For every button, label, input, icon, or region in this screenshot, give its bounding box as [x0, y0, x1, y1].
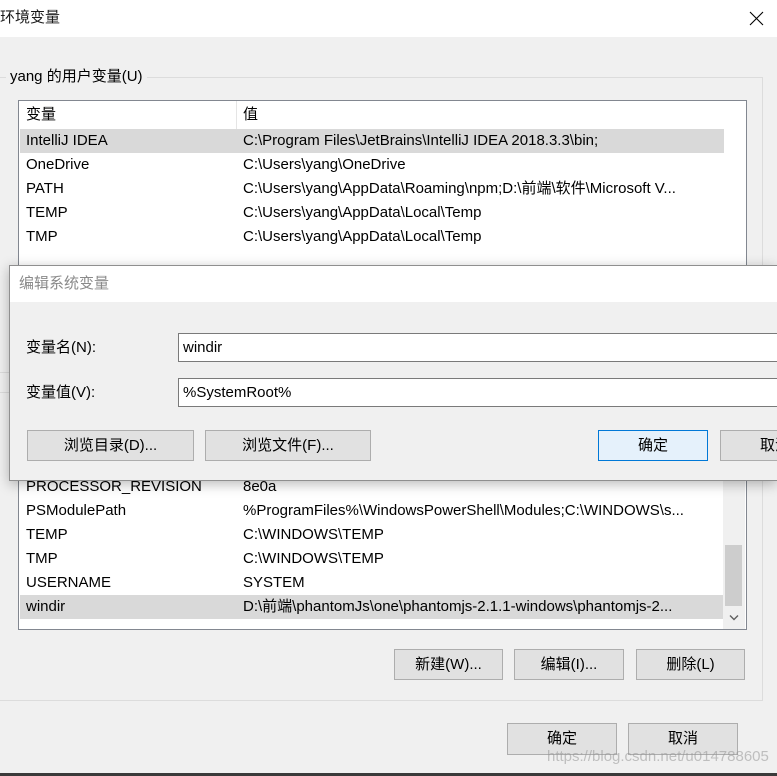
delete-variable-button[interactable]: 删除(L)	[636, 649, 745, 680]
dialog-title-bar: 编辑系统变量	[10, 266, 777, 302]
list-header: 变量 值	[19, 101, 746, 129]
variable-value: C:\Users\yang\OneDrive	[243, 156, 406, 173]
variable-value: C:\Users\yang\AppData\Local\Temp	[243, 204, 482, 221]
variable-name: USERNAME	[26, 574, 112, 591]
dialog-ok-button[interactable]: 确定	[598, 430, 708, 461]
edit-system-variable-dialog: 编辑系统变量 变量名(N): 变量值(V): 浏览目录(D)... 浏览文件(F…	[9, 265, 777, 481]
variable-name: IntelliJ IDEA	[26, 132, 108, 149]
column-header-variable[interactable]: 变量	[26, 101, 56, 129]
variable-value: C:\WINDOWS\TEMP	[243, 550, 384, 567]
variable-name: TMP	[26, 228, 58, 245]
system-variable-row[interactable]: TMP C:\WINDOWS\TEMP	[20, 547, 724, 571]
variable-value-field[interactable]	[178, 378, 777, 407]
user-variable-row[interactable]: TEMP C:\Users\yang\AppData\Local\Temp	[20, 201, 724, 225]
user-variable-row[interactable]: IntelliJ IDEA C:\Program Files\JetBrains…	[20, 129, 724, 153]
scrollbar-thumb[interactable]	[725, 545, 742, 606]
chevron-down-icon	[729, 615, 739, 621]
system-variable-row[interactable]: PSModulePath %ProgramFiles%\WindowsPower…	[20, 499, 724, 523]
user-variables-group-label: yang 的用户变量(U)	[6, 68, 147, 86]
variable-name: PSModulePath	[26, 502, 127, 519]
user-variable-row[interactable]: OneDrive C:\Users\yang\OneDrive	[20, 153, 724, 177]
variable-value: %ProgramFiles%\WindowsPowerShell\Modules…	[243, 502, 684, 519]
user-variable-row[interactable]: TMP C:\Users\yang\AppData\Local\Temp	[20, 225, 724, 249]
system-variable-row[interactable]: USERNAME SYSTEM	[20, 571, 724, 595]
variable-name-field[interactable]	[178, 333, 777, 362]
environment-variables-window: 环境变量 yang 的用户变量(U) 变量 值 IntelliJ IDEA C:…	[0, 0, 777, 776]
ok-button[interactable]: 确定	[507, 723, 617, 755]
dialog-cancel-button[interactable]: 取消	[720, 430, 777, 461]
scroll-down-button[interactable]	[723, 608, 745, 629]
column-header-value[interactable]: 值	[243, 101, 258, 129]
dialog-title: 编辑系统变量	[19, 275, 110, 292]
variable-name: TEMP	[26, 204, 68, 221]
variable-name-label: 变量名(N):	[26, 339, 96, 356]
variable-value: C:\Program Files\JetBrains\IntelliJ IDEA…	[243, 132, 599, 149]
variable-name: PATH	[26, 180, 64, 197]
variable-value: SYSTEM	[243, 574, 305, 591]
browse-directory-button[interactable]: 浏览目录(D)...	[27, 430, 194, 461]
variable-value: D:\前端\phantomJs\one\phantomjs-2.1.1-wind…	[243, 598, 673, 615]
variable-value: C:\WINDOWS\TEMP	[243, 526, 384, 543]
variable-value-label: 变量值(V):	[26, 384, 96, 401]
title-bar: 环境变量	[0, 0, 777, 37]
variable-name: windir	[26, 598, 66, 615]
column-divider[interactable]	[236, 101, 237, 129]
cancel-button[interactable]: 取消	[628, 723, 738, 755]
variable-name: OneDrive	[26, 156, 90, 173]
system-variable-row[interactable]: windir D:\前端\phantomJs\one\phantomjs-2.1…	[20, 595, 724, 619]
variable-value: C:\Users\yang\AppData\Roaming\npm;D:\前端\…	[243, 180, 676, 197]
user-variable-row[interactable]: PATH C:\Users\yang\AppData\Roaming\npm;D…	[20, 177, 724, 201]
system-variable-row[interactable]: TEMP C:\WINDOWS\TEMP	[20, 523, 724, 547]
variable-name: TMP	[26, 550, 58, 567]
variable-name: TEMP	[26, 526, 68, 543]
variable-value: C:\Users\yang\AppData\Local\Temp	[243, 228, 482, 245]
browse-file-button[interactable]: 浏览文件(F)...	[205, 430, 371, 461]
close-icon[interactable]	[749, 11, 764, 26]
edit-variable-button[interactable]: 编辑(I)...	[514, 649, 624, 680]
new-variable-button[interactable]: 新建(W)...	[394, 649, 503, 680]
window-title: 环境变量	[0, 9, 61, 26]
